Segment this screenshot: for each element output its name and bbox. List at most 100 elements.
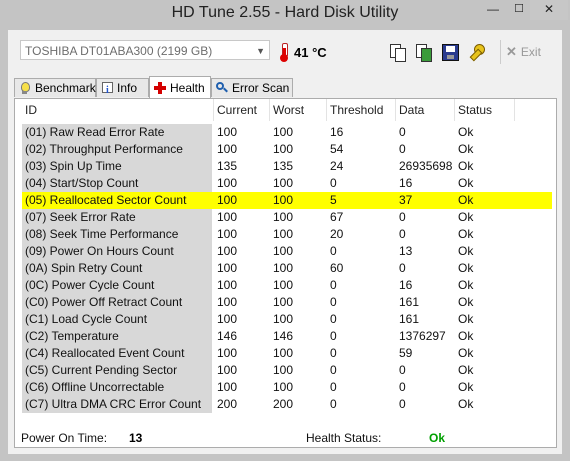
- col-threshold-cell: 0: [330, 244, 337, 258]
- col-status-cell: Ok: [458, 397, 474, 411]
- hd-tune-window: HD Tune 2.55 - Hard Disk Utility — ☐ ✕ T…: [0, 0, 570, 461]
- col-status-cell: Ok: [458, 193, 474, 207]
- col-current-cell: 100: [217, 346, 238, 360]
- tab-label: Benchmark: [35, 81, 96, 95]
- col-status-cell: Ok: [458, 295, 474, 309]
- col-status-cell: Ok: [458, 210, 474, 224]
- col-id-cell: (C7) Ultra DMA CRC Error Count: [22, 396, 212, 413]
- copy-screenshot-button[interactable]: [414, 42, 434, 62]
- table-row[interactable]: (04) Start/Stop Count 100 100 0 16 Ok: [22, 175, 552, 192]
- col-data-header[interactable]: Data: [396, 99, 455, 121]
- col-status-cell: Ok: [458, 346, 474, 360]
- table-row[interactable]: (C1) Load Cycle Count 100 100 0 161 Ok: [22, 311, 552, 328]
- col-threshold-cell: 0: [330, 363, 337, 377]
- col-worst-cell: 100: [273, 227, 294, 241]
- col-current-cell: 100: [217, 176, 238, 190]
- col-worst-cell: 100: [273, 142, 294, 156]
- col-worst-header[interactable]: Worst: [270, 99, 327, 121]
- table-row[interactable]: (02) Throughput Performance 100 100 54 0 Ok: [22, 141, 552, 158]
- tab-info[interactable]: i Info: [96, 78, 149, 97]
- col-worst-cell: 100: [273, 193, 294, 207]
- table-row[interactable]: (C5) Current Pending Sector 100 100 0 0 Ok: [22, 362, 552, 379]
- title-bar[interactable]: HD Tune 2.55 - Hard Disk Utility — ☐ ✕: [0, 0, 570, 28]
- col-worst-cell: 135: [273, 159, 294, 173]
- col-data-cell: 0: [399, 125, 406, 139]
- maximize-button[interactable]: ☐: [506, 0, 532, 20]
- col-id-cell: (0A) Spin Retry Count: [22, 260, 212, 277]
- temperature-value: 41 °C: [294, 45, 327, 60]
- copy-text-button[interactable]: [388, 42, 408, 62]
- col-worst-cell: 100: [273, 380, 294, 394]
- tab-label: Health: [170, 81, 205, 95]
- table-row[interactable]: (0C) Power Cycle Count 100 100 0 16 Ok: [22, 277, 552, 294]
- table-row[interactable]: (08) Seek Time Performance 100 100 20 0 Ok: [22, 226, 552, 243]
- health-panel: ID Current Worst Threshold Data Status (01) R…: [14, 98, 557, 448]
- options-button[interactable]: [466, 42, 486, 62]
- exit-button[interactable]: ✕ Exit: [506, 44, 541, 60]
- col-data-cell: 26935698: [399, 159, 453, 173]
- table-row[interactable]: (C0) Power Off Retract Count 100 100 0 161 Ok: [22, 294, 552, 311]
- table-row[interactable]: (C4) Reallocated Event Count 100 100 0 59 Ok: [22, 345, 552, 362]
- col-data-cell: 161: [399, 295, 420, 309]
- col-threshold-cell: 20: [330, 227, 344, 241]
- tab-benchmark[interactable]: Benchmark: [14, 78, 96, 97]
- col-data-cell: 0: [399, 261, 406, 275]
- table-row[interactable]: (09) Power On Hours Count 100 100 0 13 Ok: [22, 243, 552, 260]
- power-on-time-label: Power On Time:: [21, 431, 108, 445]
- table-row[interactable]: (0A) Spin Retry Count 100 100 60 0 Ok: [22, 260, 552, 277]
- exit-label: Exit: [520, 45, 541, 59]
- col-status-header[interactable]: Status: [455, 99, 515, 121]
- exit-icon: ✕: [506, 44, 517, 59]
- col-id-cell: (04) Start/Stop Count: [22, 175, 212, 192]
- save-button[interactable]: [440, 42, 460, 62]
- tab-error-scan[interactable]: Error Scan: [211, 78, 293, 97]
- tab-label: Info: [117, 81, 138, 95]
- power-on-time-value: 13: [129, 431, 143, 445]
- col-current-cell: 100: [217, 193, 238, 207]
- table-row[interactable]: (05) Reallocated Sector Count 100 100 5 37 Ok: [22, 192, 552, 209]
- table-row[interactable]: (07) Seek Error Rate 100 100 67 0 Ok: [22, 209, 552, 226]
- tab-health[interactable]: Health: [149, 76, 211, 98]
- col-threshold-cell: 0: [330, 312, 337, 326]
- table-row[interactable]: (C7) Ultra DMA CRC Error Count 200 200 0 0 Ok: [22, 396, 552, 413]
- col-id-cell: (C4) Reallocated Event Count: [22, 345, 212, 362]
- col-current-cell: 200: [217, 397, 238, 411]
- table-row[interactable]: (C6) Offline Uncorrectable 100 100 0 0 Ok: [22, 379, 552, 396]
- col-threshold-header[interactable]: Threshold: [327, 99, 396, 121]
- col-id-cell: (C2) Temperature: [22, 328, 212, 345]
- table-row[interactable]: (01) Raw Read Error Rate 100 100 16 0 Ok: [22, 124, 552, 141]
- table-row[interactable]: (03) Spin Up Time 135 135 24 26935698 Ok: [22, 158, 552, 175]
- col-threshold-cell: 16: [330, 125, 344, 139]
- col-worst-cell: 100: [273, 261, 294, 275]
- toolbar-separator: [500, 40, 501, 64]
- col-current-cell: 100: [217, 244, 238, 258]
- info-icon: i: [101, 82, 113, 96]
- col-worst-cell: 100: [273, 125, 294, 139]
- health-status-value: Ok: [429, 431, 446, 445]
- col-id-cell: (01) Raw Read Error Rate: [22, 124, 212, 141]
- col-status-cell: Ok: [458, 244, 474, 258]
- col-worst-cell: 100: [273, 244, 294, 258]
- col-worst-cell: 100: [273, 176, 294, 190]
- col-status-cell: Ok: [458, 176, 474, 190]
- col-current-cell: 135: [217, 159, 238, 173]
- col-id-header[interactable]: ID: [22, 99, 214, 121]
- col-data-cell: 1376297: [399, 329, 446, 343]
- drive-select[interactable]: TOSHIBA DT01ABA300 (2199 GB) ▼: [20, 40, 270, 60]
- col-worst-cell: 100: [273, 363, 294, 377]
- minimize-button[interactable]: —: [480, 0, 506, 20]
- col-current-header[interactable]: Current: [214, 99, 270, 121]
- col-data-cell: 37: [399, 193, 413, 207]
- col-threshold-cell: 0: [330, 380, 337, 394]
- col-data-cell: 0: [399, 227, 406, 241]
- col-status-cell: Ok: [458, 125, 474, 139]
- close-button[interactable]: ✕: [530, 0, 568, 20]
- col-status-cell: Ok: [458, 380, 474, 394]
- col-data-cell: 161: [399, 312, 420, 326]
- col-worst-cell: 100: [273, 312, 294, 326]
- table-row[interactable]: (C2) Temperature 146 146 0 1376297 Ok: [22, 328, 552, 345]
- col-data-cell: 0: [399, 210, 406, 224]
- col-data-cell: 0: [399, 142, 406, 156]
- col-id-cell: (07) Seek Error Rate: [22, 209, 212, 226]
- col-id-cell: (03) Spin Up Time: [22, 158, 212, 175]
